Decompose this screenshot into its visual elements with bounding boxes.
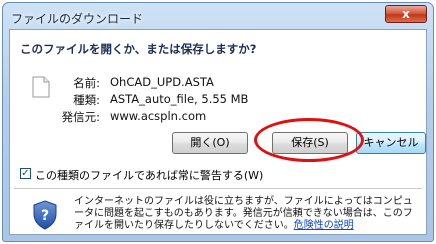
open-button[interactable]: 開く(O): [172, 132, 248, 154]
file-type-row: 種類: ASTA_auto_file, 5.55 MB: [10, 92, 410, 108]
file-type-label: 種類:: [73, 93, 100, 107]
security-shield-icon: ?: [33, 200, 57, 230]
file-source-value: www.acspln.com: [110, 109, 207, 123]
security-warning-text: インターネットのファイルは役に立ちますが、ファイルによってはコンピュータに問題を…: [74, 196, 413, 231]
always-warn-label[interactable]: この種類のファイルであれば常に警告する(W): [35, 167, 263, 183]
save-button[interactable]: 保存(S): [272, 132, 348, 154]
always-warn-checkbox[interactable]: ✓: [20, 168, 31, 179]
risk-explanation-link[interactable]: 危険性の説明: [294, 220, 354, 231]
close-button[interactable]: x: [385, 5, 427, 23]
file-source-row: 発信元: www.acspln.com: [10, 109, 410, 125]
title-bar: ファイルのダウンロード x: [3, 3, 433, 31]
cancel-button[interactable]: キャンセル: [356, 132, 426, 154]
security-warning: インターネットのファイルは役に立ちますが、ファイルによってはコンピュータに問題を…: [74, 196, 420, 232]
file-type-value: ASTA_auto_file, 5.55 MB: [110, 92, 249, 106]
file-name-label: 名前:: [73, 76, 100, 90]
svg-text:?: ?: [41, 208, 49, 224]
window-title: ファイルのダウンロード: [11, 12, 144, 26]
file-source-label: 発信元:: [61, 110, 100, 124]
file-name-row: 名前: OhCAD_UPD.ASTA: [10, 75, 410, 91]
divider: [14, 188, 422, 189]
dialog-heading: このファイルを開くか、または保存しますか?: [20, 42, 257, 56]
download-dialog: ファイルのダウンロード x このファイルを開くか、または保存しますか? 名前: …: [2, 2, 434, 242]
dialog-body: このファイルを開くか、または保存しますか? 名前: OhCAD_UPD.ASTA…: [9, 29, 427, 235]
file-name-value: OhCAD_UPD.ASTA: [110, 75, 214, 89]
